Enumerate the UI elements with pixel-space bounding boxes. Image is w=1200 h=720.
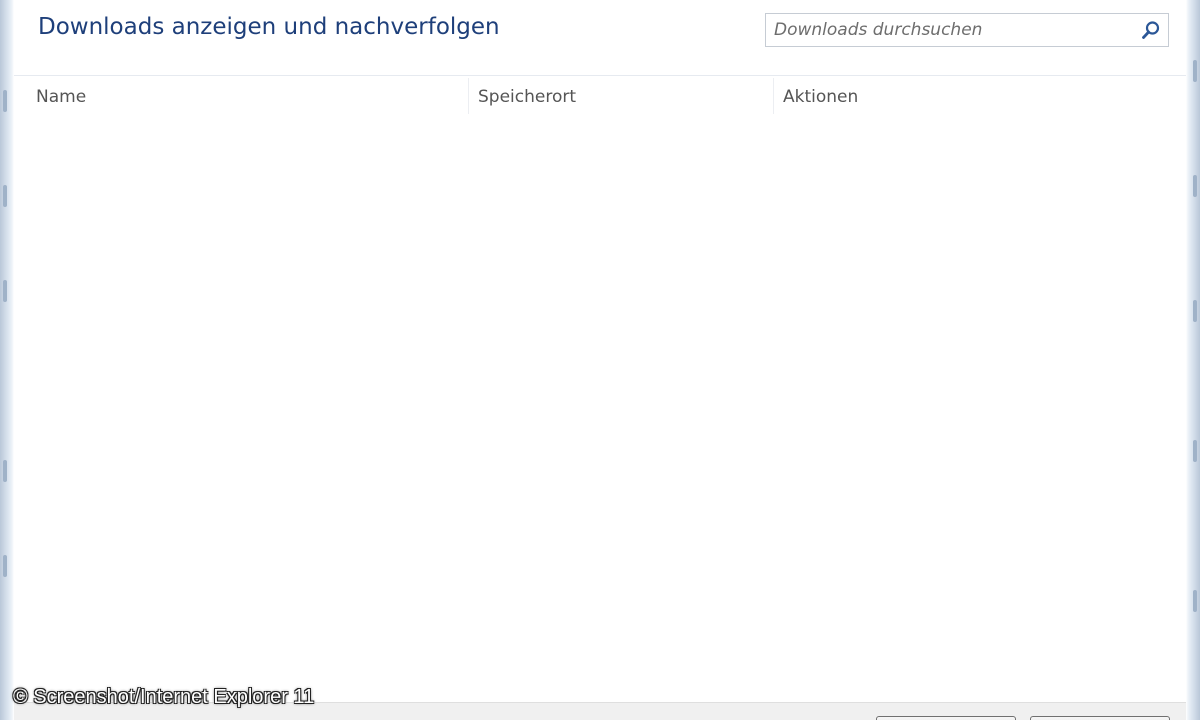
column-divider[interactable] (773, 78, 774, 114)
column-header-name[interactable]: Name (36, 84, 86, 110)
frame-right-tick (1193, 300, 1197, 322)
frame-left-tick (3, 90, 7, 112)
header-separator (14, 75, 1186, 76)
page-title: Downloads anzeigen und nachverfolgen (38, 14, 500, 40)
window-frame-right (1186, 0, 1200, 720)
search-box[interactable] (765, 13, 1169, 47)
frame-right-tick (1193, 590, 1197, 612)
frame-left-tick (3, 555, 7, 577)
search-input[interactable] (766, 14, 1126, 46)
column-divider[interactable] (468, 78, 469, 114)
frame-left-tick (3, 460, 7, 482)
frame-right-tick (1193, 175, 1197, 197)
frame-right-tick (1193, 440, 1197, 462)
frame-left-tick (3, 185, 7, 207)
footer-button[interactable] (876, 716, 1016, 720)
column-header-actions[interactable]: Aktionen (783, 84, 858, 110)
downloads-list (14, 116, 1186, 702)
footer-button[interactable] (1030, 716, 1170, 720)
frame-left-tick (3, 280, 7, 302)
watermark: © Screenshot/Internet Explorer 11 (13, 686, 315, 708)
window-frame-left (0, 0, 14, 720)
search-icon[interactable] (1140, 19, 1162, 41)
frame-right-tick (1193, 60, 1197, 82)
column-header-location[interactable]: Speicherort (478, 84, 576, 110)
downloads-window: Downloads anzeigen und nachverfolgen Nam… (0, 0, 1200, 720)
